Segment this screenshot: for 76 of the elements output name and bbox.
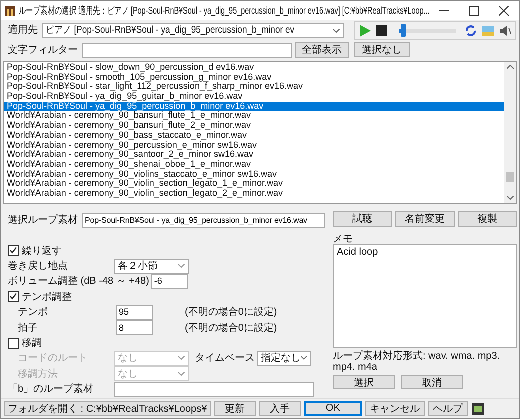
- file-list-item[interactable]: Pop-Soul-RnB¥Soul - smooth_105_percussion_g_minor ev16.wav: [4, 72, 504, 82]
- number-field[interactable]: 8: [116, 320, 153, 336]
- show-all-button[interactable]: 全部表示: [295, 42, 349, 58]
- file-list-item[interactable]: World¥Arabian - ceremony_90_bansuri_flute_1_e_minor.wav: [4, 111, 504, 122]
- position-slider[interactable]: [399, 24, 456, 37]
- format-button[interactable]: 取消: [401, 375, 463, 389]
- slider-thumb[interactable]: [400, 24, 406, 37]
- filter-field[interactable]: [82, 42, 292, 58]
- file-list-item[interactable]: World¥Arabian - ceremony_90_bass_staccato_e_minor.wav: [4, 130, 504, 140]
- setting-label: テンポ: [18, 306, 49, 320]
- scrollbar[interactable]: [504, 62, 516, 203]
- action-button[interactable]: 複製: [458, 211, 517, 227]
- target-dropdown[interactable]: ピアノ [Pop-Soul-RnB¥Soul - ya_dig_95_percussion_b_minor ev: [42, 22, 344, 38]
- checkbox[interactable]: [8, 338, 19, 349]
- file-list-item[interactable]: Pop-Soul-RnB¥Soul - ya_dig_95_guitar_b_minor ev16.wav: [4, 92, 504, 102]
- setting-label: コードのルート: [18, 352, 89, 366]
- dropdown[interactable]: 各２小節: [114, 258, 189, 274]
- scroll-down-icon[interactable]: [506, 196, 514, 200]
- memo-field[interactable]: Acid loop: [333, 244, 517, 348]
- scroll-up-icon[interactable]: [506, 65, 514, 69]
- close-icon[interactable]: [499, 6, 509, 16]
- chevron-icon: [301, 356, 307, 360]
- action-button[interactable]: 試聴: [333, 211, 392, 227]
- setting-label: 拍子: [18, 322, 39, 335]
- footer-button[interactable]: ヘルプ: [428, 401, 468, 416]
- scrollbar-thumb[interactable]: [506, 172, 514, 182]
- file-list-item[interactable]: World¥Arabian - ceremony_90_violins_staccato_e_minor sw16.wav: [4, 170, 504, 180]
- checkbox-label: 移調: [22, 336, 42, 350]
- format-button[interactable]: 選択: [333, 375, 395, 389]
- number-field[interactable]: -6: [151, 274, 188, 289]
- selected-loop-label: 選択ループ素材: [8, 214, 79, 227]
- deselect-button[interactable]: 選択なし: [354, 42, 410, 57]
- formats-text: ループ素材対応形式: wav. wma. mp3. mp4. m4a: [333, 351, 502, 373]
- film-icon[interactable]: [471, 402, 486, 416]
- footer-button[interactable]: OK: [304, 401, 362, 416]
- number-field[interactable]: 95: [116, 304, 153, 320]
- hint-text: (不明の場合0に設定): [185, 322, 278, 335]
- footer-button[interactable]: フォルダを開く : C:¥bb¥RealTracks¥Loops¥: [4, 401, 212, 416]
- timebase-label: タイムベース: [195, 352, 256, 366]
- setting-label: 巻き戻し地点: [8, 260, 69, 274]
- chevron-icon: [333, 28, 340, 32]
- selected-loop-field[interactable]: Pop-Soul-RnB¥Soul - ya_dig_95_percussion_b_minor ev16.wav: [82, 212, 325, 228]
- file-list-item[interactable]: Pop-Soul-RnB¥Soul - star_light_112_percussion_f_sharp_minor ev16.wav: [4, 82, 504, 92]
- speaker-icon[interactable]: [498, 24, 512, 38]
- checkbox-label: 繰り返す: [22, 244, 62, 258]
- setting-label: 移調方法: [18, 368, 59, 381]
- checkbox[interactable]: [8, 291, 19, 302]
- chevron-icon: [178, 356, 185, 360]
- file-list-item[interactable]: World¥Arabian - ceremony_90_violin_section_legato_2_e_minor.wav: [4, 188, 504, 199]
- footer-button[interactable]: キャンセル: [365, 401, 426, 416]
- chevron-icon: [178, 264, 185, 268]
- stop-icon[interactable]: [375, 24, 388, 37]
- loop-path-field[interactable]: [114, 382, 314, 397]
- app-icon: [4, 4, 16, 16]
- filter-label: 文字フィルター: [7, 44, 79, 57]
- maximize-icon[interactable]: [469, 6, 479, 16]
- checkbox[interactable]: [8, 245, 19, 256]
- file-list-item[interactable]: World¥Arabian - ceremony_90_shenai_oboe_1_e_minor.wav: [4, 160, 504, 170]
- file-list-item[interactable]: World¥Arabian - ceremony_90_santoor_2_e_minor sw16.wav: [4, 150, 504, 160]
- file-list-item[interactable]: World¥Arabian - ceremony_90_bansuri_flute_2_e_minor.wav: [4, 121, 504, 131]
- checkbox-label: テンポ調整: [22, 290, 72, 304]
- footer-button[interactable]: 入手: [259, 401, 302, 416]
- field-label: 「b」のループ素材: [8, 382, 95, 396]
- window-title: ループ素材の選択 適用先：ピアノ [Pop-Soul-RnB¥Soul - ya_dig_95_percussion_b_minor ev16.wav] [C:¥bb¥RealTracks¥Loop...: [19, 4, 430, 18]
- file-list-item[interactable]: World¥Arabian - ceremony_90_violin_section_legato_1_e_minor.wav: [4, 179, 504, 189]
- hint-text: (不明の場合0に設定): [185, 306, 278, 320]
- file-list-item[interactable]: World¥Arabian - ceremony_90_percussion_e_minor sw16.wav: [4, 140, 504, 150]
- file-list-item[interactable]: Pop-Soul-RnB¥Soul - ya_dig_95_percussion_b_minor ev16.wav: [4, 102, 504, 112]
- action-button[interactable]: 名前変更: [395, 211, 455, 227]
- chevron-icon: [178, 372, 185, 376]
- loop-icon[interactable]: [464, 24, 478, 38]
- file-list-item[interactable]: Pop-Soul-RnB¥Soul - slow_down_90_percussion_d ev16.wav: [4, 63, 504, 73]
- target-label: 適用先: [7, 24, 39, 37]
- setting-label: ボリューム調整 (dB -48 ～ +48): [8, 274, 150, 288]
- footer-button[interactable]: 更新: [214, 401, 256, 416]
- memo-label: メモ: [333, 233, 354, 244]
